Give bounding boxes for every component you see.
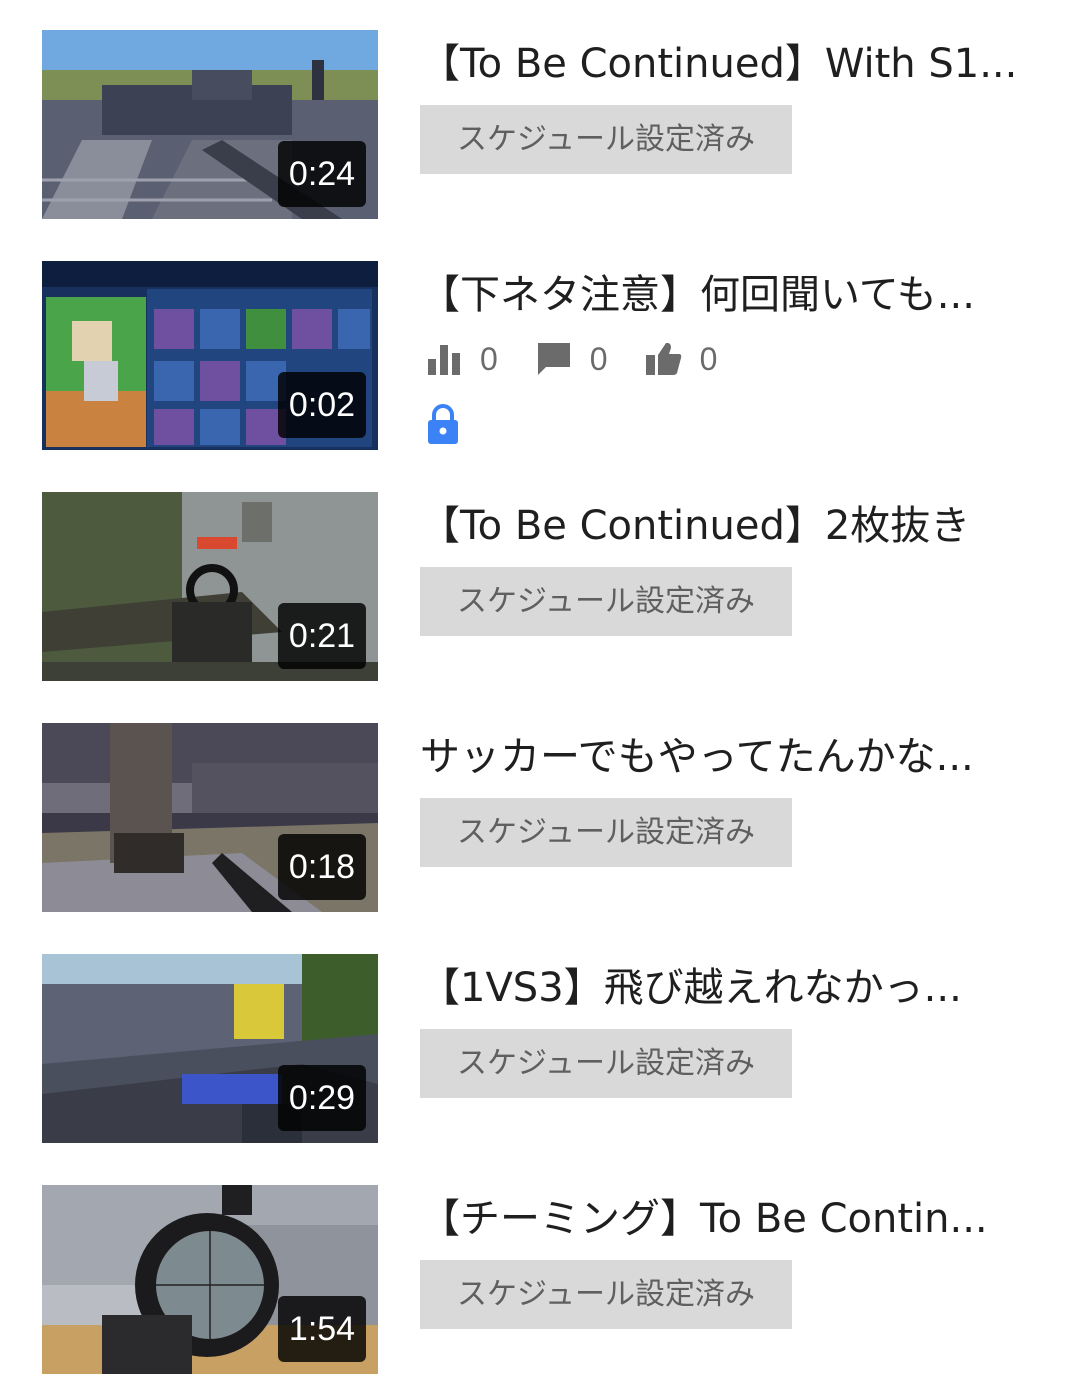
views-stat: 0: [424, 339, 498, 379]
video-list: 0:24 【To Be Continued】With S1... スケジュール設…: [0, 0, 1080, 1392]
likes-count: 0: [699, 340, 718, 377]
video-row[interactable]: 0:24 【To Be Continued】With S1... スケジュール設…: [0, 30, 1080, 220]
video-row[interactable]: 0:02 【下ネタ注意】何回聞いても... 0 0 0: [0, 261, 1080, 451]
likes-stat: 0: [644, 339, 718, 379]
comments-count: 0: [589, 340, 608, 377]
video-stats: 0 0 0: [424, 339, 753, 379]
lock-icon: [428, 404, 458, 444]
status-badge: スケジュール設定済み: [420, 1029, 792, 1098]
video-duration: 0:21: [278, 603, 366, 669]
video-title[interactable]: 【チーミング】To Be Contin...: [420, 1191, 1030, 1247]
video-row[interactable]: 0:29 【1VS3】飛び越えれなかっ... スケジュール設定済み: [0, 954, 1080, 1144]
comment-icon: [537, 343, 570, 375]
video-thumbnail[interactable]: 0:18: [42, 723, 378, 912]
video-duration: 0:02: [278, 372, 366, 438]
video-duration: 0:29: [278, 1065, 366, 1131]
video-thumbnail[interactable]: 0:02: [42, 261, 378, 450]
video-row[interactable]: 0:18 サッカーでもやってたんかな... スケジュール設定済み: [0, 723, 1080, 913]
video-duration: 0:18: [278, 834, 366, 900]
video-thumbnail[interactable]: 0:29: [42, 954, 378, 1143]
video-thumbnail[interactable]: 0:21: [42, 492, 378, 681]
video-thumbnail[interactable]: 1:54: [42, 1185, 378, 1374]
video-duration: 1:54: [278, 1296, 366, 1362]
status-badge: スケジュール設定済み: [420, 567, 792, 636]
video-title[interactable]: 【To Be Continued】With S1...: [420, 36, 1030, 92]
views-count: 0: [480, 340, 498, 377]
video-thumbnail[interactable]: 0:24: [42, 30, 378, 219]
bar-chart-icon: [428, 345, 460, 375]
video-title[interactable]: サッカーでもやってたんかな...: [420, 729, 1030, 785]
thumbs-up-icon: [645, 342, 681, 375]
video-title[interactable]: 【下ネタ注意】何回聞いても...: [420, 267, 1030, 323]
video-duration: 0:24: [278, 141, 366, 207]
status-badge: スケジュール設定済み: [420, 798, 792, 867]
video-row[interactable]: 0:21 【To Be Continued】2枚抜き スケジュール設定済み: [0, 492, 1080, 682]
comments-stat: 0: [534, 339, 608, 379]
video-title[interactable]: 【1VS3】飛び越えれなかっ...: [420, 960, 1030, 1016]
status-badge: スケジュール設定済み: [420, 1260, 792, 1329]
status-badge: スケジュール設定済み: [420, 105, 792, 174]
video-row[interactable]: 1:54 【チーミング】To Be Contin... スケジュール設定済み: [0, 1185, 1080, 1375]
video-title[interactable]: 【To Be Continued】2枚抜き: [420, 498, 1030, 554]
